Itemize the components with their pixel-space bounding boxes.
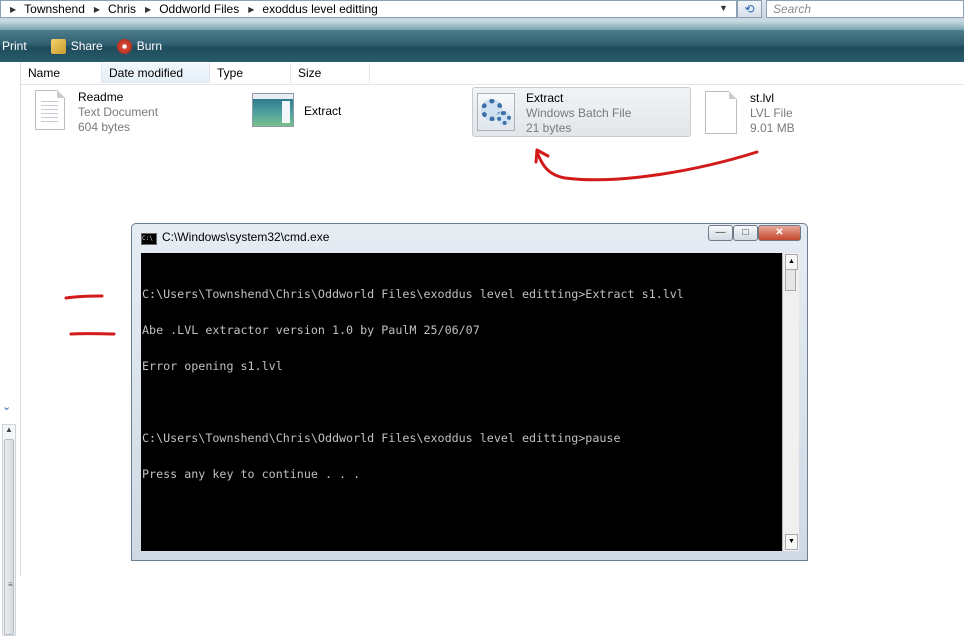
file-size: 604 bytes: [78, 120, 158, 135]
column-headers: Name Date modified Type Size: [21, 63, 964, 85]
breadcrumb-item[interactable]: ▶ Chris: [85, 2, 136, 16]
minimize-button[interactable]: —: [708, 225, 733, 241]
file-size: 9.01 MB: [750, 121, 795, 136]
console-line: [142, 396, 782, 408]
annotation-arrowhead: [536, 150, 548, 162]
grip-icon: ≡: [8, 580, 13, 589]
toolbar-edge: [0, 20, 964, 30]
breadcrumb-item[interactable]: ▶ exoddus level editting: [239, 2, 378, 16]
refresh-icon: ⟲: [744, 2, 754, 16]
file-type: Windows Batch File: [526, 106, 631, 121]
close-icon: ✕: [775, 227, 783, 238]
annotation-mark: [66, 296, 102, 298]
chevron-down-icon[interactable]: ⌄: [2, 400, 11, 413]
toolbar: Print Share Burn: [0, 30, 964, 62]
cmd-window-title: C:\Windows\system32\cmd.exe: [162, 230, 329, 244]
address-dropdown-icon[interactable]: ▼: [719, 3, 728, 13]
cmd-icon: C:\: [141, 233, 157, 245]
text-document-icon: [35, 90, 65, 130]
file-type: Text Document: [78, 105, 158, 120]
file-name: st.lvl: [750, 91, 795, 106]
scrollbar-thumb[interactable]: ≡: [4, 439, 14, 635]
console-line: Abe .LVL extractor version 1.0 by PaulM …: [142, 324, 782, 336]
file-item-st-lvl[interactable]: st.lvl LVL File 9.01 MB: [705, 91, 795, 136]
chevron-right-icon: ▶: [94, 5, 100, 14]
cmd-window[interactable]: C:\ C:\Windows\system32\cmd.exe — □ ✕ C:…: [131, 223, 808, 561]
minimize-icon: —: [716, 227, 726, 238]
refresh-button[interactable]: ⟲: [737, 0, 762, 18]
file-name: Extract: [526, 91, 631, 106]
console-line: Press any key to continue . . .: [142, 468, 782, 480]
file-type: LVL File: [750, 106, 795, 121]
file-size: 21 bytes: [526, 121, 631, 136]
console-output[interactable]: C:\Users\Townshend\Chris\Oddworld Files\…: [141, 253, 782, 551]
scroll-up-icon[interactable]: ▲: [5, 425, 13, 434]
chevron-right-icon: ▶: [248, 5, 254, 14]
navigation-pane: ⌄ ▲ ≡: [0, 62, 21, 576]
column-header-type[interactable]: Type: [210, 63, 291, 83]
column-header-name[interactable]: Name: [21, 63, 102, 83]
batch-file-icon: [475, 91, 517, 133]
maximize-icon: □: [742, 227, 748, 238]
share-button[interactable]: Share: [51, 39, 103, 54]
file-name: Readme: [78, 90, 158, 105]
burn-button[interactable]: Burn: [117, 39, 162, 54]
print-button[interactable]: Print: [2, 39, 27, 53]
column-header-size[interactable]: Size: [291, 63, 370, 83]
address-bar: ▶ Townshend ▶ Chris ▶ Oddworld Files ▶ e…: [0, 0, 964, 21]
annotation-arrow: [537, 152, 757, 180]
console-line: C:\Users\Townshend\Chris\Oddworld Files\…: [142, 432, 782, 444]
breadcrumb-item[interactable]: ▶ Townshend: [1, 2, 85, 16]
burn-disc-icon: [117, 39, 132, 54]
application-icon: [252, 93, 294, 127]
scroll-down-icon[interactable]: ▼: [785, 534, 798, 550]
breadcrumb-item[interactable]: ▶ Oddworld Files: [136, 2, 239, 16]
file-name: Extract: [304, 104, 341, 119]
chevron-right-icon: ▶: [145, 5, 151, 14]
console-line: C:\Users\Townshend\Chris\Oddworld Files\…: [142, 288, 782, 300]
breadcrumb[interactable]: ▶ Townshend ▶ Chris ▶ Oddworld Files ▶ e…: [0, 0, 737, 18]
scroll-up-icon[interactable]: ▲: [785, 254, 798, 270]
console-scrollbar[interactable]: ▲ ▼: [782, 253, 799, 551]
generic-file-icon: [705, 91, 737, 134]
close-button[interactable]: ✕: [758, 225, 801, 241]
file-item-extract-exe[interactable]: Extract: [252, 93, 341, 127]
chevron-right-icon: ▶: [10, 5, 16, 14]
column-header-date-modified[interactable]: Date modified: [102, 63, 210, 83]
scrollbar[interactable]: ▲ ≡: [2, 424, 16, 636]
file-item-extract-batch[interactable]: Extract Windows Batch File 21 bytes: [472, 87, 691, 137]
file-item-readme[interactable]: Readme Text Document 604 bytes: [35, 90, 158, 135]
scrollbar-thumb[interactable]: [785, 269, 796, 291]
maximize-button[interactable]: □: [733, 225, 758, 241]
search-input[interactable]: Search: [766, 0, 964, 18]
console-line: Error opening s1.lvl: [142, 360, 782, 372]
share-icon: [51, 39, 66, 54]
